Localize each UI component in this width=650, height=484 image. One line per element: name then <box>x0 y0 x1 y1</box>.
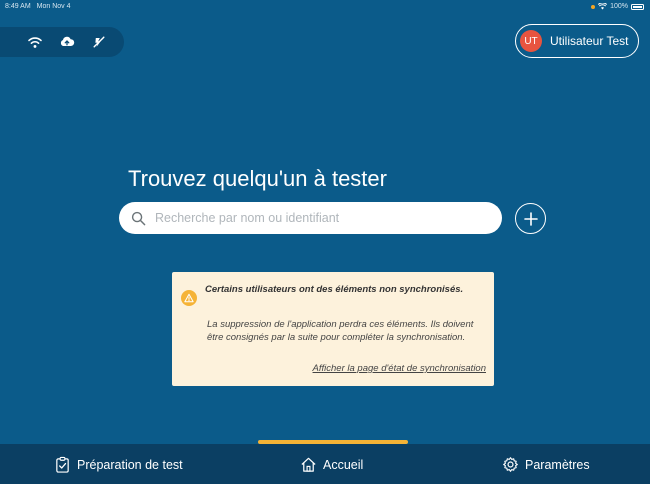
battery-percent: 100% <box>610 3 628 10</box>
status-time: 8:49 AM <box>5 3 31 10</box>
status-bar: 8:49 AM Mon Nov 4 100% <box>0 0 650 14</box>
page-title: Trouvez quelqu'un à tester <box>128 166 387 191</box>
tab-settings[interactable]: Paramètres <box>502 456 590 473</box>
search-input[interactable]: Recherche par nom ou identifiant <box>119 202 502 234</box>
warning-title: Certains utilisateurs ont des éléments n… <box>205 284 464 295</box>
tab-label: Paramètres <box>525 457 590 472</box>
offline-sync-icon <box>93 36 105 48</box>
cloud-upload-icon <box>60 36 75 46</box>
status-date: Mon Nov 4 <box>36 3 71 10</box>
home-icon <box>301 457 316 472</box>
tab-label: Accueil <box>323 457 364 472</box>
clipboard-check-icon <box>56 456 69 473</box>
user-name: Utilisateur Test <box>550 34 629 48</box>
app-screen: 8:49 AM Mon Nov 4 100% UT Utilisateur Te… <box>0 0 650 484</box>
wifi-status-icon <box>598 3 608 10</box>
tab-test-preparation[interactable]: Préparation de test <box>54 456 183 473</box>
wifi-icon <box>28 37 42 48</box>
search-placeholder: Recherche par nom ou identifiant <box>155 211 340 225</box>
bottom-tab-bar: Préparation de test Accueil Paramètres <box>0 444 650 484</box>
location-dot-icon <box>591 4 596 9</box>
sync-status-link[interactable]: Afficher la page d'état de synchronisati… <box>313 363 486 374</box>
tab-label: Préparation de test <box>77 457 183 472</box>
status-left: 8:49 AM Mon Nov 4 <box>5 3 71 10</box>
avatar: UT <box>520 30 542 52</box>
gear-icon <box>503 457 518 472</box>
user-profile-button[interactable]: UT Utilisateur Test <box>515 24 639 58</box>
status-right: 100% <box>591 3 644 10</box>
warning-icon <box>181 290 197 306</box>
battery-icon <box>631 3 644 10</box>
warning-body: La suppression de l'application perdra c… <box>207 319 474 343</box>
connection-status-pill <box>0 27 124 57</box>
sync-warning-banner: Certains utilisateurs ont des éléments n… <box>172 272 494 386</box>
search-icon <box>131 211 146 225</box>
tab-home[interactable]: Accueil <box>300 456 363 473</box>
add-user-button[interactable] <box>515 203 546 234</box>
plus-icon <box>523 211 538 226</box>
